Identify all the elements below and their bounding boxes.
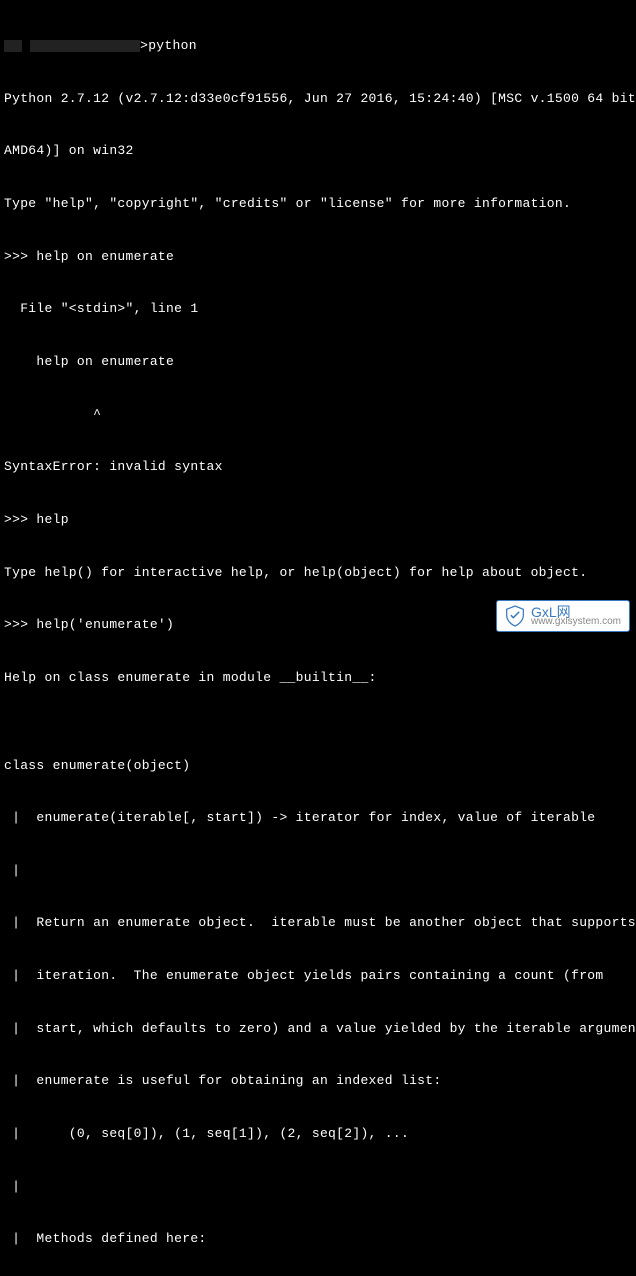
prompt-path-line: >python xyxy=(4,37,632,55)
output-line: | Methods defined here: xyxy=(4,1230,632,1248)
output-line: help on enumerate xyxy=(4,353,632,371)
output-line: | iteration. The enumerate object yields… xyxy=(4,967,632,985)
terminal-output[interactable]: >python Python 2.7.12 (v2.7.12:d33e0cf91… xyxy=(4,2,632,1276)
watermark-badge: GxL网 www.gxlsystem.com xyxy=(496,600,630,632)
output-line: Python 2.7.12 (v2.7.12:d33e0cf91556, Jun… xyxy=(4,90,632,108)
watermark-url: www.gxlsystem.com xyxy=(531,617,621,627)
output-line: SyntaxError: invalid syntax xyxy=(4,458,632,476)
repl-input-line: >>> help on enumerate xyxy=(4,248,632,266)
output-line: | enumerate is useful for obtaining an i… xyxy=(4,1072,632,1090)
output-line: | xyxy=(4,862,632,880)
output-line: AMD64)] on win32 xyxy=(4,142,632,160)
output-line: Help on class enumerate in module __buil… xyxy=(4,669,632,687)
output-line: | start, which defaults to zero) and a v… xyxy=(4,1020,632,1038)
output-line: File "<stdin>", line 1 xyxy=(4,300,632,318)
output-line: ^ xyxy=(4,406,632,424)
repl-input-line: >>> help xyxy=(4,511,632,529)
output-line: | (0, seq[0]), (1, seq[1]), (2, seq[2]),… xyxy=(4,1125,632,1143)
output-line: class enumerate(object) xyxy=(4,757,632,775)
output-line: Type "help", "copyright", "credits" or "… xyxy=(4,195,632,213)
output-line: | Return an enumerate object. iterable m… xyxy=(4,914,632,932)
output-line: | enumerate(iterable[, start]) -> iterat… xyxy=(4,809,632,827)
output-line: | xyxy=(4,1178,632,1196)
shield-icon xyxy=(505,605,525,627)
output-line: Type help() for interactive help, or hel… xyxy=(4,564,632,582)
